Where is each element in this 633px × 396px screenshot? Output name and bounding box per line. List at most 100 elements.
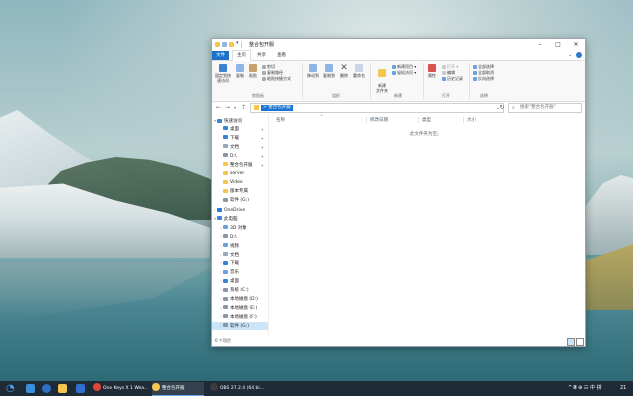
- column-header-name[interactable]: 名称: [276, 117, 285, 123]
- rename-button[interactable]: 重命名: [352, 64, 366, 78]
- tab-share[interactable]: 共享: [253, 51, 270, 60]
- column-header-type[interactable]: 类型: [422, 117, 431, 123]
- taskbar-app-button[interactable]: OBS 27.2.4 (64 bi...: [210, 382, 268, 395]
- drive-icon: [223, 287, 228, 292]
- up-button[interactable]: ↑: [241, 103, 246, 112]
- sidebar-item[interactable]: › 文档: [212, 251, 268, 259]
- new-folder-icon[interactable]: [229, 42, 234, 47]
- sidebar-item[interactable]: › 本地磁盘 (F:): [212, 313, 268, 321]
- sidebar-item-label: 音乐: [230, 270, 239, 276]
- clock[interactable]: 21: [620, 381, 626, 396]
- minimize-button[interactable]: –: [532, 40, 548, 49]
- details-view-button[interactable]: [567, 338, 575, 346]
- cut-button[interactable]: 剪切: [262, 64, 275, 69]
- move-to-button[interactable]: 移动到: [306, 64, 320, 78]
- properties-button[interactable]: 属性: [426, 64, 438, 78]
- edit-button[interactable]: 编辑: [442, 70, 455, 75]
- taskbar-app-button[interactable]: 整合包开服: [152, 382, 204, 396]
- taskbar-app-label: OBS 27.2.4 (64 bi...: [220, 386, 264, 391]
- address-path[interactable]: > 整合包开服: [261, 105, 293, 111]
- sidebar-item[interactable]: 版本专属: [212, 188, 268, 196]
- delete-button[interactable]: ✕ 删除: [338, 64, 350, 79]
- invert-selection-button[interactable]: 反向选择: [473, 76, 494, 81]
- sidebar-item[interactable]: 下载 ✦: [212, 135, 268, 143]
- refresh-button[interactable]: ↻: [498, 103, 506, 111]
- sidebar-item[interactable]: › 本地磁盘 (D:): [212, 295, 268, 303]
- maximize-button[interactable]: □: [550, 40, 566, 49]
- sidebar-item[interactable]: 桌面 ✦: [212, 126, 268, 134]
- paste-icon: [249, 64, 257, 72]
- start-button[interactable]: ◔: [6, 384, 15, 394]
- sidebar-item[interactable]: › D:\: [212, 233, 268, 241]
- drive-icon: [223, 197, 228, 202]
- store-icon[interactable]: [76, 384, 85, 393]
- search-input[interactable]: ⌕ 搜索"整合包开服": [508, 103, 582, 113]
- copy-to-button[interactable]: 复制到: [322, 64, 336, 78]
- pin-quick-access-button[interactable]: 固定到快速访问: [214, 64, 232, 83]
- back-button[interactable]: ←: [216, 103, 221, 112]
- sidebar-item-label: Video: [230, 180, 243, 186]
- forward-button[interactable]: →: [225, 103, 230, 112]
- paste-shortcut-button[interactable]: 粘贴快捷方式: [262, 76, 291, 81]
- sidebar-item[interactable]: › 下载: [212, 259, 268, 267]
- edge-icon[interactable]: [42, 384, 51, 393]
- copy-path-button[interactable]: 复制路径: [262, 70, 283, 75]
- close-button[interactable]: ✕: [568, 40, 584, 49]
- sidebar-item[interactable]: Video: [212, 179, 268, 187]
- send-icon[interactable]: [26, 384, 35, 393]
- ribbon-expand-icon[interactable]: ⌄: [568, 52, 572, 58]
- select-none-button[interactable]: 全部取消: [473, 70, 494, 75]
- history-button[interactable]: 历史记录: [442, 76, 463, 81]
- sidebar-item-label: OneDrive: [224, 208, 246, 213]
- sidebar-item[interactable]: › 本地磁盘 (E:): [212, 304, 268, 312]
- file-list[interactable]: 名称 ^ 修改日期 类型 大小 此文件夹为空。: [270, 114, 583, 336]
- copy-icon: [236, 64, 244, 72]
- recent-locations-button[interactable]: ▾: [234, 103, 236, 112]
- system-tray[interactable]: ^ 𝄡 ⊕ ☷ 中 拼: [568, 381, 602, 396]
- file-explorer-icon[interactable]: [58, 384, 67, 393]
- group-label-organize: 组织: [332, 93, 340, 98]
- sidebar-item[interactable]: ▾ 此电脑: [212, 215, 268, 223]
- new-folder-button[interactable]: 新建 文件夹: [374, 64, 390, 93]
- copy-button[interactable]: 复制: [234, 64, 246, 78]
- paste-button[interactable]: 粘贴: [247, 64, 259, 78]
- quick-access-toolbar-dropdown[interactable]: ▾: [236, 40, 239, 46]
- sidebar-item[interactable]: › 视频: [212, 242, 268, 250]
- sidebar-item[interactable]: D:\ ✦: [212, 153, 268, 161]
- sidebar-item[interactable]: 整合包开服 ✦: [212, 162, 268, 170]
- sidebar-item[interactable]: server: [212, 170, 268, 178]
- sidebar-item[interactable]: 软件 (G:): [212, 197, 268, 205]
- column-header-size[interactable]: 大小: [467, 117, 476, 123]
- sidebar-item[interactable]: ▾ 快速访问: [212, 117, 268, 125]
- new-item-button[interactable]: 新建项目 ▾: [392, 64, 416, 69]
- navigation-bar: ← → ▾ ↑ > 整合包开服 ⌄ ↻ ⌕ 搜索"整合包开服": [212, 102, 585, 113]
- address-bar[interactable]: > 整合包开服 ⌄: [250, 103, 504, 113]
- open-button[interactable]: 打开 ▾: [442, 64, 458, 69]
- sidebar-item[interactable]: › 桌面: [212, 277, 268, 285]
- properties-icon[interactable]: [222, 42, 227, 47]
- tab-file[interactable]: 文件: [212, 51, 229, 60]
- sidebar-item[interactable]: › 软件 (G:): [212, 321, 268, 330]
- empty-folder-message: 此文件夹为空。: [410, 132, 442, 137]
- desktop-icon: [223, 126, 228, 131]
- tab-view[interactable]: 查看: [273, 51, 290, 60]
- divider: [463, 117, 464, 123]
- taskbar-app-button[interactable]: One Keys X 1 Wea...: [93, 382, 148, 395]
- title-bar[interactable]: ▾ 整合包开服 – □ ✕: [212, 39, 585, 51]
- sidebar-item[interactable]: › 3D 对象: [212, 224, 268, 232]
- large-icons-view-button[interactable]: [576, 338, 584, 346]
- drive-icon: [223, 296, 228, 301]
- sidebar-item[interactable]: 文档 ✦: [212, 144, 268, 152]
- easy-access-button[interactable]: 轻松访问 ▾: [392, 70, 416, 75]
- sidebar-item[interactable]: › 系统 (C:): [212, 286, 268, 294]
- column-header-date[interactable]: 修改日期: [370, 117, 388, 123]
- sidebar-item-label: D:\: [230, 153, 237, 159]
- sidebar-item-label: server: [230, 171, 245, 177]
- sidebar-item[interactable]: › OneDrive: [212, 206, 268, 214]
- select-all-button[interactable]: 全部选择: [473, 64, 494, 69]
- sidebar-item[interactable]: › 音乐: [212, 268, 268, 276]
- help-icon[interactable]: [576, 52, 582, 58]
- invert-selection-icon: [473, 77, 477, 81]
- tab-home[interactable]: 主页: [232, 50, 251, 61]
- sidebar-item-label: 本地磁盘 (F:): [230, 314, 257, 320]
